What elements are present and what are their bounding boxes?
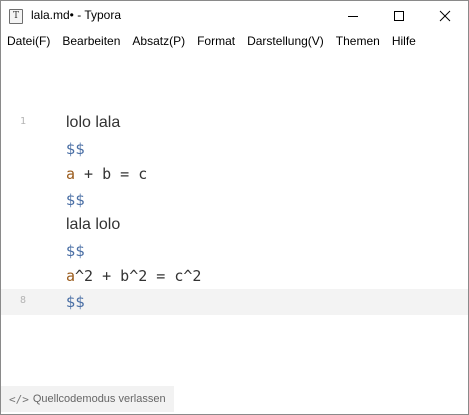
code-line[interactable]: $$: [1, 238, 468, 264]
code-line[interactable]: $$: [1, 187, 468, 213]
line-content[interactable]: a^2 + b^2 = c^2: [66, 265, 201, 288]
minimize-icon: [348, 16, 358, 17]
line-number: 1: [20, 116, 27, 127]
code-line-active[interactable]: 8 $$: [1, 289, 468, 315]
code-line[interactable]: a^2 + b^2 = c^2: [1, 263, 468, 289]
close-button[interactable]: [422, 1, 468, 31]
source-code-editor[interactable]: 1 lolo lala $$ a + b = c $$ lala lolo $$…: [1, 51, 468, 384]
code-line[interactable]: 1 lolo lala: [1, 110, 468, 136]
menu-darstellung[interactable]: Darstellung(V): [241, 31, 330, 51]
line-content[interactable]: $$: [66, 138, 85, 161]
window-title: lala.md• - Typora: [31, 8, 122, 22]
plain-text: lolo lala: [66, 114, 121, 131]
line-content[interactable]: $$: [66, 291, 85, 314]
menu-bar: Datei(F) Bearbeiten Absatz(P) Format Dar…: [1, 31, 468, 51]
line-content[interactable]: $$: [66, 240, 85, 263]
typora-app-icon: T: [9, 9, 23, 24]
code-line[interactable]: a + b = c: [1, 161, 468, 187]
line-content[interactable]: lala lolo: [66, 214, 120, 236]
typora-window: T lala.md• - Typora Datei(F) Bearbeiten …: [0, 0, 469, 415]
line-number: 8: [20, 295, 27, 306]
menu-hilfe[interactable]: Hilfe: [386, 31, 422, 51]
line-content[interactable]: a + b = c: [66, 163, 147, 186]
line-content[interactable]: lolo lala: [66, 112, 120, 134]
math-variable: a: [66, 165, 76, 183]
title-bar[interactable]: T lala.md• - Typora: [1, 1, 468, 31]
minimize-button[interactable]: [330, 1, 376, 31]
menu-format[interactable]: Format: [191, 31, 241, 51]
math-expression: + b = c: [75, 165, 148, 183]
menu-themen[interactable]: Themen: [330, 31, 386, 51]
close-icon: [439, 10, 451, 22]
menu-absatz[interactable]: Absatz(P): [126, 31, 191, 51]
menu-bearbeiten[interactable]: Bearbeiten: [56, 31, 126, 51]
exit-source-mode-label: Quellcodemodus verlassen: [32, 393, 166, 405]
code-line[interactable]: lala lolo: [1, 212, 468, 238]
maximize-button[interactable]: [376, 1, 422, 31]
code-icon: </>: [9, 392, 29, 406]
status-bar: </> Quellcodemodus verlassen: [1, 384, 468, 414]
math-delimiter: $$: [66, 242, 86, 260]
math-expression: ^2 + b^2 = c^2: [75, 267, 202, 285]
plain-text: lala lolo: [66, 216, 121, 233]
math-variable: a: [66, 267, 76, 285]
menu-datei[interactable]: Datei(F): [1, 31, 56, 51]
math-delimiter: $$: [66, 293, 86, 311]
line-content[interactable]: $$: [66, 189, 85, 212]
math-delimiter: $$: [66, 140, 86, 158]
exit-source-mode-button[interactable]: </> Quellcodemodus verlassen: [1, 386, 174, 412]
code-line[interactable]: $$: [1, 136, 468, 162]
math-delimiter: $$: [66, 191, 86, 209]
maximize-icon: [394, 11, 404, 21]
